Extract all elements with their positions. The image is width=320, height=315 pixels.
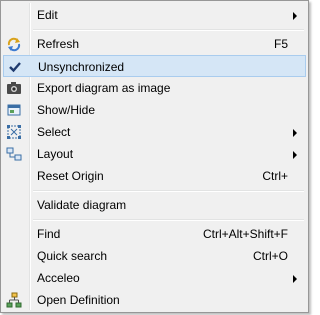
menu-item-edit[interactable]: Edit (3, 4, 306, 26)
menu-item-acceleo[interactable]: Acceleo (3, 267, 306, 289)
menu-item-shortcut: Ctrl+Alt+Shift+F (202, 227, 288, 241)
camera-icon (6, 80, 22, 96)
menu-item-label: Export diagram as image (37, 81, 171, 95)
menu-item-shortcut: Ctrl+O (252, 249, 288, 263)
menu-separator (33, 190, 304, 192)
menu-item-shortcut: F5 (273, 37, 288, 51)
submenu-arrow-icon (293, 129, 297, 137)
select-icon (6, 124, 22, 140)
menu-separator (33, 219, 304, 221)
checkmark-icon (7, 59, 23, 75)
menu-item-label: Validate diagram (37, 198, 127, 212)
menu-item-open-definition[interactable]: Open Definition (3, 289, 306, 311)
menu-item-label: Refresh (37, 37, 80, 51)
menu-item-label: Acceleo (37, 271, 80, 285)
menu-item-label: Reset Origin (37, 169, 104, 183)
menu-item-shortcut: Ctrl+ (262, 169, 288, 183)
layout-icon (6, 146, 22, 162)
menu-item-export-diagram[interactable]: Export diagram as image (3, 77, 306, 99)
menu-item-label: Open Definition (37, 293, 120, 307)
hierarchy-icon (6, 292, 22, 308)
submenu-arrow-icon (293, 151, 297, 159)
menu-item-label: Unsynchronized (38, 60, 125, 74)
menu-item-label: Edit (37, 8, 58, 22)
context-menu: Edit Refresh F5 Unsynchronized Export di… (0, 0, 309, 313)
menu-item-show-hide[interactable]: Show/Hide (3, 99, 306, 121)
menu-item-label: Select (37, 125, 71, 139)
submenu-arrow-icon (293, 275, 297, 283)
submenu-arrow-icon (293, 12, 297, 20)
menu-item-label: Find (37, 227, 61, 241)
show-hide-icon (6, 102, 22, 118)
menu-item-label: Layout (37, 147, 74, 161)
menu-item-unsynchronized[interactable]: Unsynchronized (3, 55, 306, 77)
menu-item-find[interactable]: Find Ctrl+Alt+Shift+F (3, 223, 306, 245)
refresh-icon (6, 36, 22, 52)
menu-item-select[interactable]: Select (3, 121, 306, 143)
menu-item-label: Show/Hide (37, 103, 96, 117)
menu-item-label: Quick search (37, 249, 108, 263)
menu-item-quick-search[interactable]: Quick search Ctrl+O (3, 245, 306, 267)
menu-item-reset-origin[interactable]: Reset Origin Ctrl+ (3, 165, 306, 187)
menu-item-refresh[interactable]: Refresh F5 (3, 33, 306, 55)
menu-item-validate-diagram[interactable]: Validate diagram (3, 194, 306, 216)
menu-separator (33, 29, 304, 31)
menu-item-layout[interactable]: Layout (3, 143, 306, 165)
